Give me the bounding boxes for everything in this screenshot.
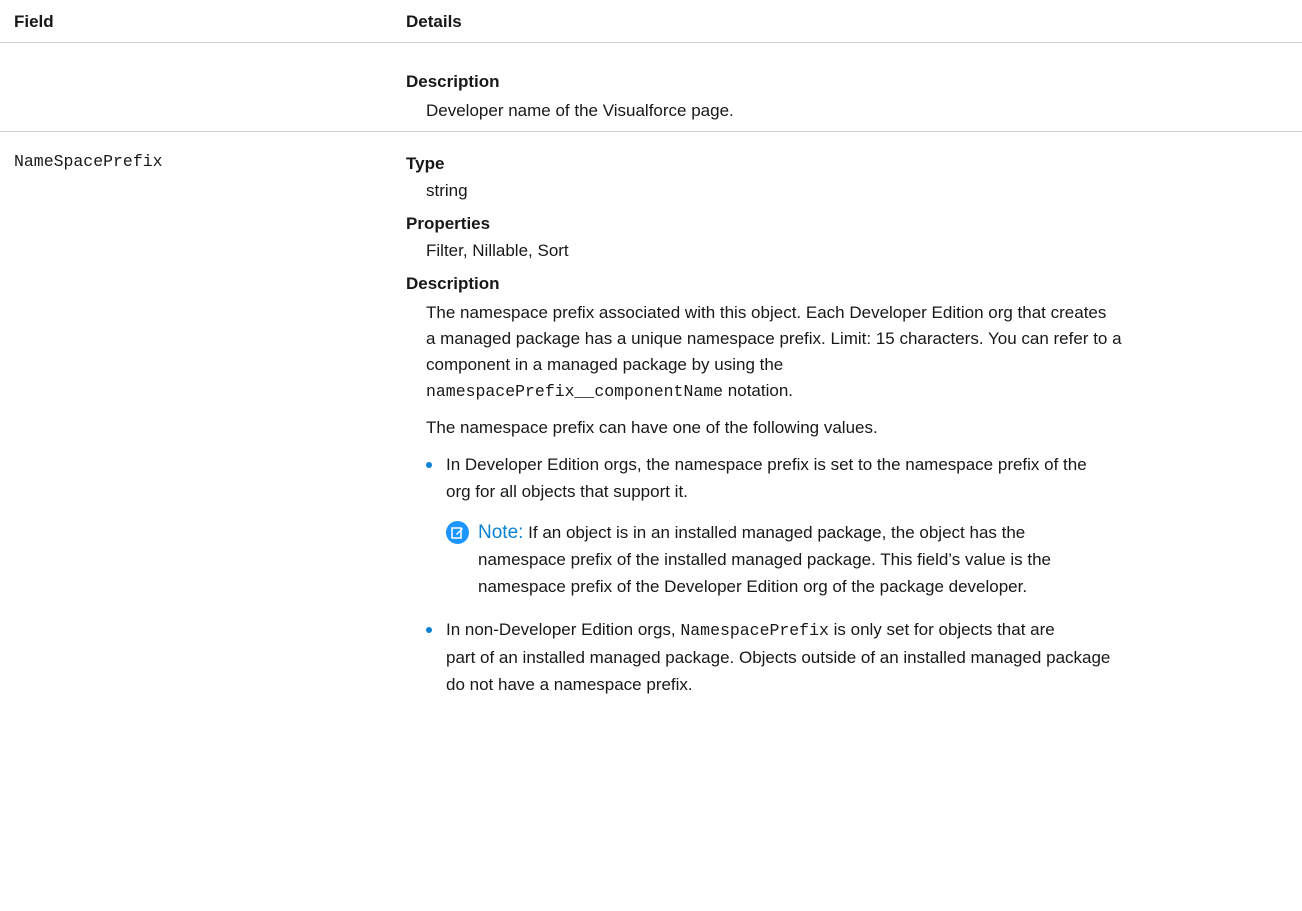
properties-value: Filter, Nillable, Sort [426, 241, 569, 260]
list-item-text: is only set for objects that are [828, 620, 1055, 639]
list-item-line: In non-Developer Edition orgs, Namespace… [446, 616, 1286, 644]
list-item-line: org for all objects that support it. [446, 482, 688, 501]
field-name: NameSpacePrefix [14, 152, 163, 171]
list-item-line: In Developer Edition orgs, the namespace… [446, 455, 1087, 474]
description-label: Description [406, 72, 500, 91]
list-item: In non-Developer Edition orgs, Namespace… [426, 616, 1286, 698]
table-header: Field Details [0, 0, 1302, 43]
list-item-line: part of an installed managed package. Ob… [446, 648, 1111, 667]
values-list: In Developer Edition orgs, the namespace… [426, 451, 1286, 698]
details-column-header: Details [406, 12, 462, 31]
note-text: If an object is in an installed managed … [523, 523, 1026, 542]
description-line: The namespace prefix associated with thi… [426, 303, 1107, 322]
note-label: Note: [478, 522, 524, 543]
description-line: a managed package has a unique namespace… [426, 329, 1122, 348]
list-item-text: In non-Developer Edition orgs, [446, 620, 681, 639]
note-line: namespace prefix of the Developer Editio… [478, 577, 1028, 596]
code-snippet: namespacePrefix__componentName [426, 382, 724, 401]
description-paragraph: The namespace prefix associated with thi… [426, 300, 1286, 698]
bullet-dot-icon [426, 627, 432, 633]
note-callout: Note: If an object is in an installed ma… [446, 519, 1286, 600]
note-line: namespace prefix of the installed manage… [478, 550, 1051, 569]
description-text: notation. [723, 381, 794, 400]
details-cell: Type string Properties Filter, Nillable,… [406, 154, 1286, 698]
list-item-line: do not have a namespace prefix. [446, 675, 693, 694]
properties-label: Properties [406, 214, 491, 233]
description-text: Developer name of the Visualforce page. [426, 101, 734, 120]
type-label: Type [406, 154, 445, 173]
note-line: Note: If an object is in an installed ma… [478, 519, 1286, 546]
details-cell: Description Developer name of the Visual… [406, 72, 1286, 124]
bullet-dot-icon [426, 462, 432, 468]
values-intro: The namespace prefix can have one of the… [426, 418, 878, 437]
description-line: namespacePrefix__componentName notation. [426, 378, 1286, 405]
type-value: string [426, 181, 468, 200]
description-label: Description [406, 274, 500, 293]
field-column-header: Field [14, 12, 54, 31]
edit-note-icon [446, 521, 469, 544]
table-row: Description Developer name of the Visual… [0, 43, 1302, 132]
code-snippet: NamespacePrefix [680, 621, 829, 640]
description-line: component in a managed package by using … [426, 355, 784, 374]
list-item: In Developer Edition orgs, the namespace… [426, 451, 1286, 600]
